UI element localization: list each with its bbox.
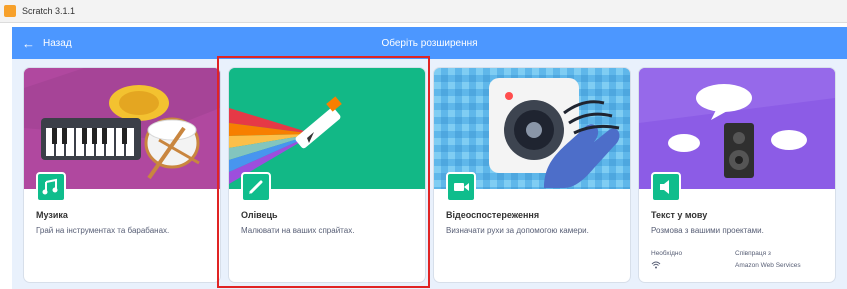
music-extension-image — [24, 68, 220, 189]
extension-grid: Музика Грай на інструментах та барабанах… — [12, 59, 847, 289]
window-title: Scratch 3.1.1 — [22, 6, 76, 16]
extension-title: Відеоспостереження — [446, 210, 540, 220]
title-bar: Scratch 3.1.1 — [0, 0, 847, 23]
video-sensing-extension-image — [434, 68, 630, 189]
requirements-block: Необхідно — [651, 249, 682, 272]
extension-title: Текст у мову — [651, 210, 708, 220]
pen-icon — [241, 172, 271, 202]
requires-label: Необхідно — [651, 250, 683, 257]
extension-card-pen[interactable]: Олівець Малювати на ваших спрайтах. — [229, 68, 425, 282]
extension-title: Олівець — [241, 210, 278, 220]
extension-description: Розмова з вашими проектами. — [651, 226, 764, 235]
extension-description: Грай на інструментах та барабанах. — [36, 226, 170, 235]
scratch-app-icon — [4, 5, 16, 17]
collaborator-name: Amazon Web Services — [735, 262, 801, 269]
back-arrow-icon: ← — [22, 35, 35, 51]
extension-title: Музика — [36, 210, 68, 220]
back-button[interactable]: ← Назад — [22, 37, 72, 50]
extension-description: Малювати на ваших спрайтах. — [241, 226, 355, 235]
speaker-icon — [651, 172, 681, 202]
text-to-speech-extension-image — [639, 68, 835, 189]
collaboration-block: Співпраця з Amazon Web Services — [735, 249, 801, 270]
music-note-icon — [36, 172, 66, 202]
header-title: Оберіть розширення — [381, 37, 478, 49]
extension-library-header: ← Назад Оберіть розширення — [12, 27, 847, 59]
extension-description: Визначати рухи за допомогою камери. — [446, 226, 589, 235]
extension-card-text-to-speech[interactable]: Текст у мову Розмова з вашими проектами.… — [639, 68, 835, 282]
extension-card-video-sensing[interactable]: Відеоспостереження Визначати рухи за доп… — [434, 68, 630, 282]
wifi-icon — [651, 261, 682, 272]
app-window: Scratch 3.1.1 ← Назад Оберіть розширення — [0, 0, 847, 289]
collaboration-label: Співпраця з — [735, 250, 771, 257]
pen-extension-image — [229, 68, 425, 189]
extension-card-music[interactable]: Музика Грай на інструментах та барабанах… — [24, 68, 220, 282]
video-camera-icon — [446, 172, 476, 202]
back-button-label: Назад — [43, 37, 72, 49]
